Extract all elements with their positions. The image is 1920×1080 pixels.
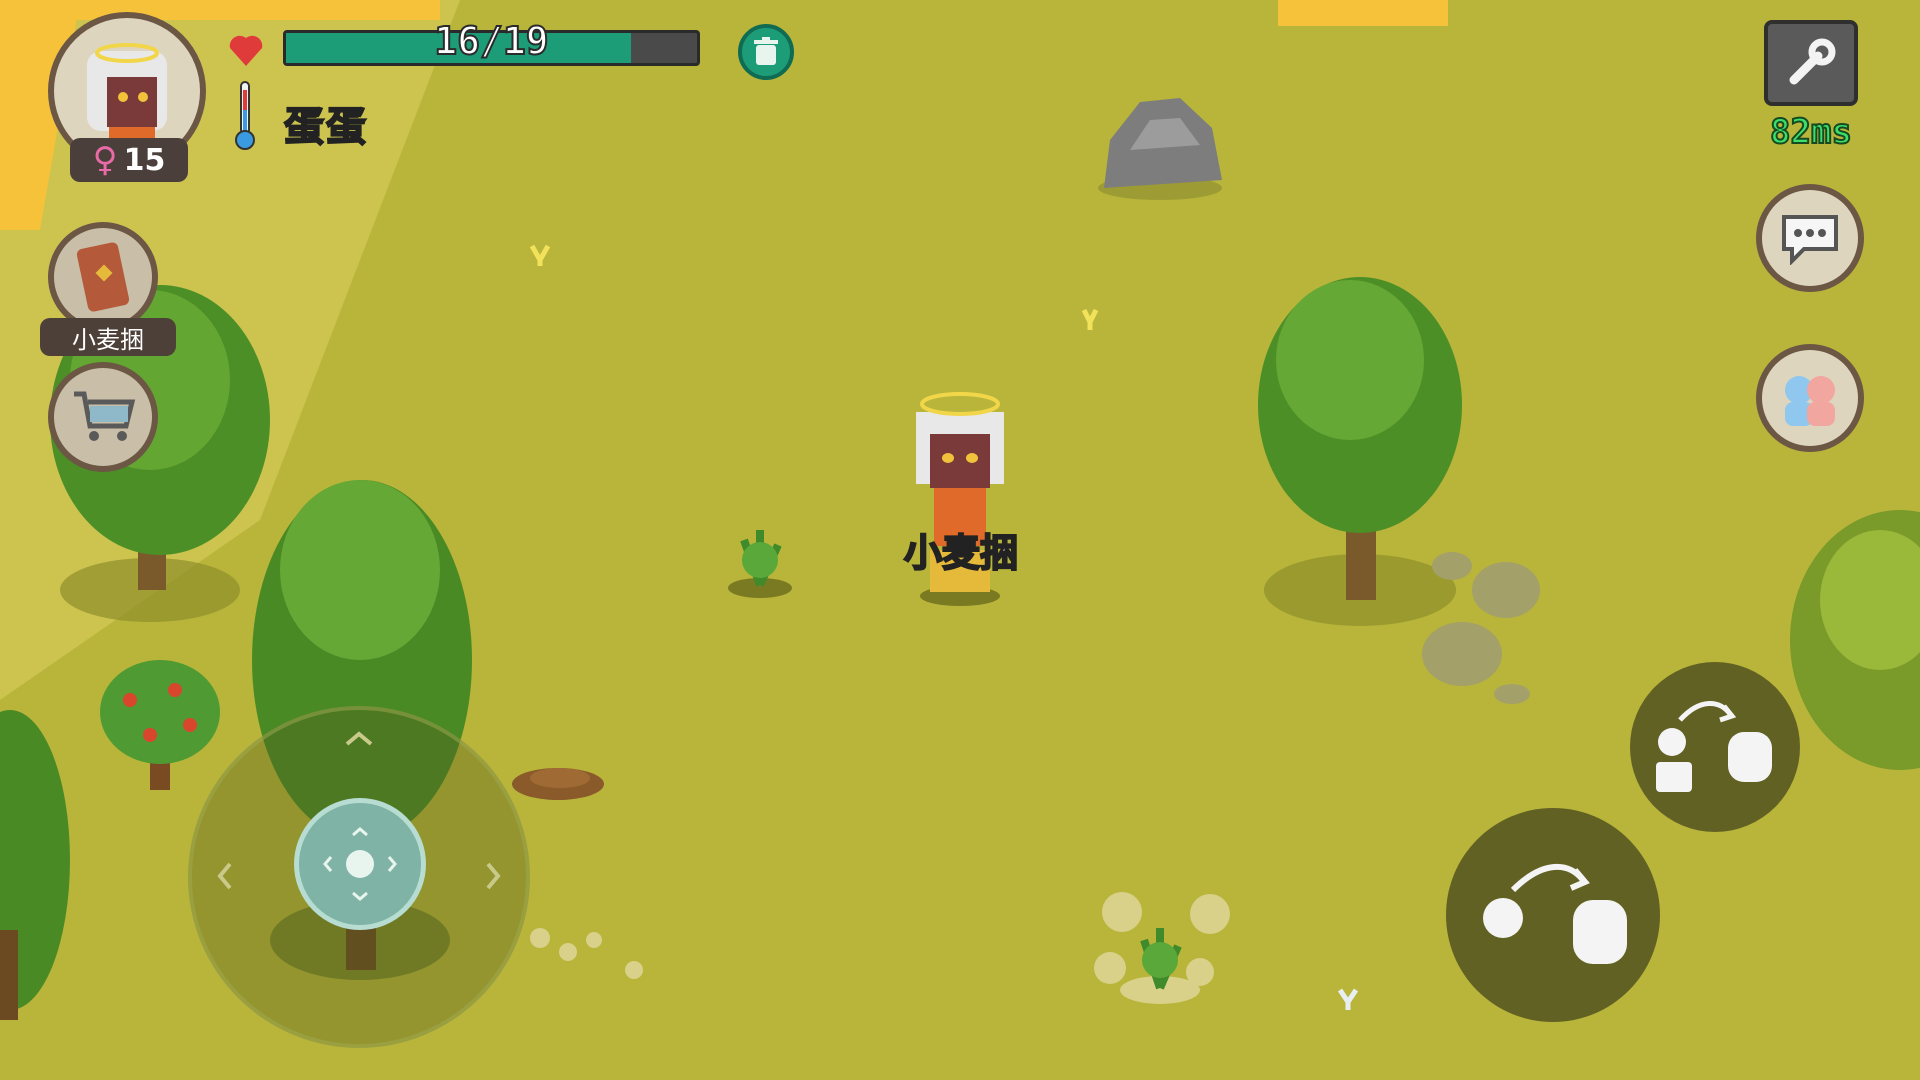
dpad-icon bbox=[323, 827, 397, 901]
chat-button[interactable] bbox=[1756, 184, 1864, 292]
settings-button[interactable] bbox=[1764, 20, 1858, 106]
heart-icon bbox=[229, 35, 263, 66]
tree[interactable] bbox=[1258, 277, 1462, 626]
friends-icon bbox=[1785, 376, 1835, 426]
chat-bubble-icon bbox=[1782, 215, 1838, 265]
shop-button[interactable] bbox=[48, 362, 158, 472]
player-avatar-icon bbox=[87, 43, 167, 147]
wrench-icon bbox=[1789, 38, 1836, 85]
trash-button[interactable] bbox=[738, 24, 794, 80]
held-item-label: 小麦捆 bbox=[903, 530, 1019, 576]
player-level-badge: ♀ 15 bbox=[70, 138, 188, 182]
health-text: 16/19 bbox=[433, 18, 549, 64]
player-level: 15 bbox=[123, 142, 166, 178]
place-item-button[interactable] bbox=[1630, 662, 1800, 832]
trash-icon bbox=[754, 37, 778, 65]
friends-button[interactable] bbox=[1756, 344, 1864, 452]
player-name: 蛋蛋 bbox=[283, 103, 368, 151]
temperature-icon bbox=[235, 81, 255, 150]
joystick-knob[interactable] bbox=[294, 798, 426, 930]
network-ping: 82ms bbox=[1769, 111, 1853, 153]
health-bar: 16/19 bbox=[283, 18, 700, 66]
shopping-cart-icon bbox=[74, 391, 136, 441]
wheat-bundle-icon bbox=[76, 242, 130, 312]
throw-hand-icon bbox=[1483, 864, 1627, 964]
quick-slot-button[interactable] bbox=[48, 222, 158, 332]
quick-slot-label: 小麦捆 bbox=[40, 318, 176, 356]
use-item-button[interactable] bbox=[1446, 808, 1660, 1022]
drop-hand-icon bbox=[1656, 701, 1772, 792]
female-icon: ♀ bbox=[92, 140, 118, 180]
